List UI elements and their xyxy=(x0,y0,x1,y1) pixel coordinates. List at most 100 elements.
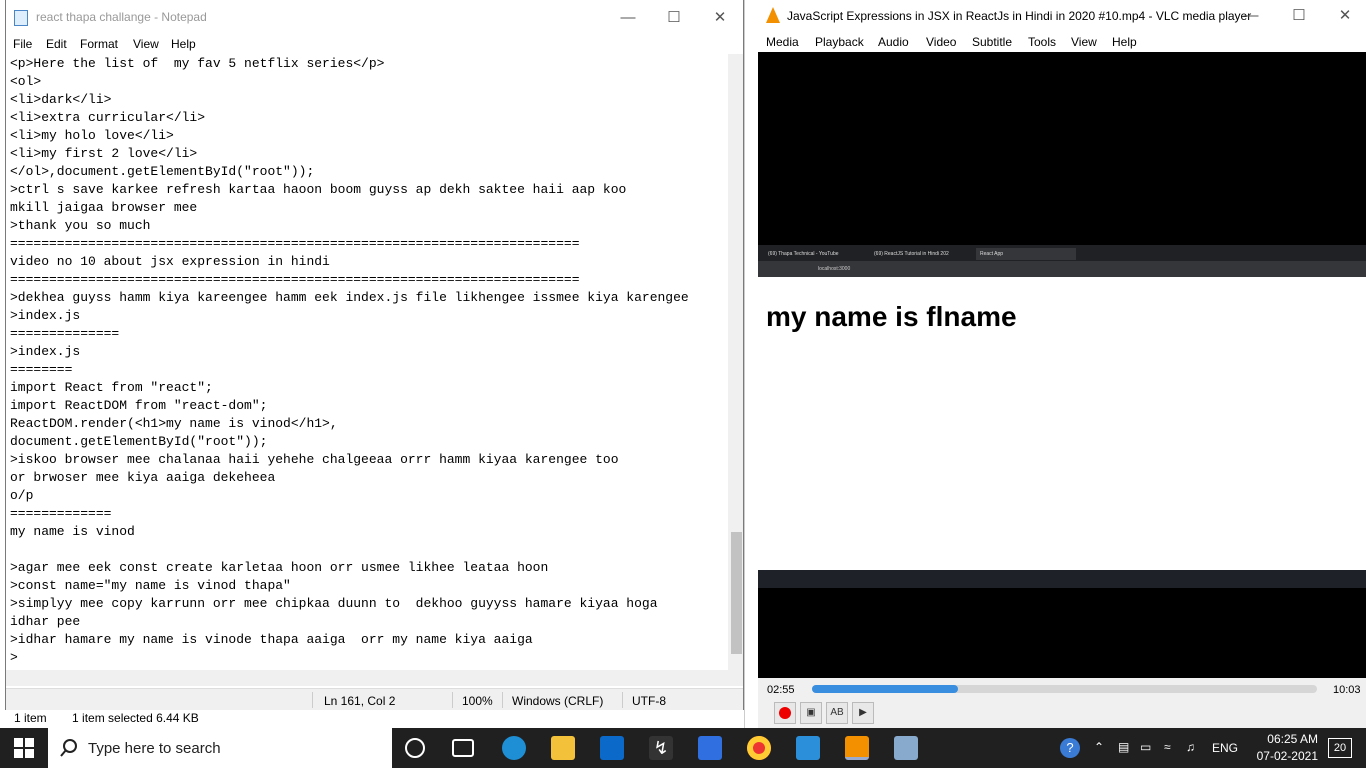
background-window-edge xyxy=(744,0,758,728)
notepad-title: react thapa challange - Notepad xyxy=(36,10,207,24)
menu-format[interactable]: Format xyxy=(80,37,118,51)
edge-icon[interactable] xyxy=(502,736,526,760)
taskbar: Type here to search ↯ ? ⌃ ▤ ▭ ≈ ♫ ENG 06… xyxy=(0,728,1366,768)
vlc-title-bar[interactable]: JavaScript Expressions in JSX in ReactJs… xyxy=(758,0,1366,32)
line-ending: Windows (CRLF) xyxy=(512,694,604,708)
ab-loop-icon[interactable]: AB xyxy=(826,702,848,724)
app-icon[interactable]: ↯ xyxy=(649,736,673,760)
text-line: </ol>,document.getElementById("root")); xyxy=(10,164,315,179)
vlc-maximize-button[interactable]: ☐ xyxy=(1276,0,1322,32)
text-line: <li>my holo love</li> xyxy=(10,128,174,143)
text-line xyxy=(10,541,730,559)
cortana-icon[interactable] xyxy=(405,738,425,758)
text-line: >const name="my name is vinod thapa" xyxy=(10,578,291,593)
vscode-icon[interactable] xyxy=(796,736,820,760)
notepad-taskbar-icon[interactable] xyxy=(894,736,918,760)
chrome-icon[interactable] xyxy=(747,736,771,760)
menu-view[interactable]: View xyxy=(133,37,159,51)
page-heading: my name is flname xyxy=(766,301,1017,332)
maximize-button[interactable]: ☐ xyxy=(651,0,697,36)
volume-icon[interactable]: ♫ xyxy=(1186,740,1195,754)
vlc-taskbar-icon[interactable] xyxy=(845,736,869,760)
notepad-icon xyxy=(14,10,28,26)
text-line: >dekhea guyss hamm kiya kareengee hamm e… xyxy=(10,290,689,305)
text-line: >idhar hamare my name is vinode thapa aa… xyxy=(10,632,533,647)
browser-address-bar: localhost:3000 xyxy=(758,261,1366,277)
vlc-cone-icon xyxy=(766,7,780,23)
menu-help[interactable]: Help xyxy=(171,37,196,51)
text-line: >thank you so much xyxy=(10,218,151,233)
text-line: >iskoo browser mee chalanaa haii yehehe … xyxy=(10,452,619,467)
vlc-menu-view[interactable]: View xyxy=(1071,35,1097,49)
text-line: >index.js xyxy=(10,344,81,359)
vlc-menu-subtitle[interactable]: Subtitle xyxy=(972,35,1012,49)
snapshot-icon[interactable]: ▣ xyxy=(800,702,822,724)
notifications-icon[interactable]: 20 xyxy=(1328,738,1352,758)
video-area[interactable]: (69) Thapa Technical - YouTube (69) Reac… xyxy=(758,52,1366,678)
text-line: idhar pee xyxy=(10,614,81,629)
notepad-text-area[interactable]: <p>Here the list of my fav 5 netflix ser… xyxy=(10,55,730,668)
battery-icon[interactable]: ▭ xyxy=(1140,740,1151,754)
close-button[interactable]: ✕ xyxy=(697,0,743,36)
wifi-icon[interactable]: ≈ xyxy=(1164,740,1171,754)
text-line: >simplyy mee copy karrunn orr mee chipka… xyxy=(10,596,658,611)
task-view-icon[interactable] xyxy=(452,739,474,757)
text-line: >ctrl s save karkee refresh kartaa haoon… xyxy=(10,182,627,197)
text-line: import React from "react"; xyxy=(10,380,213,395)
browser-tab-strip: (69) Thapa Technical - YouTube (69) Reac… xyxy=(758,245,1366,261)
vlc-menu-bar: Media Playback Audio Video Subtitle Tool… xyxy=(758,32,1366,52)
vlc-minimize-button[interactable]: — xyxy=(1228,0,1274,32)
vlc-control-bar: ▣ AB ▶ xyxy=(758,700,1366,728)
minimize-button[interactable]: — xyxy=(605,0,651,36)
network-icon[interactable]: ▤ xyxy=(1118,740,1129,754)
text-line: >index.js xyxy=(10,308,81,323)
help-icon[interactable]: ? xyxy=(1060,738,1080,758)
browser-url: localhost:3000 xyxy=(818,266,851,272)
text-line: or brwoser mee kiya aaiga dekeheea xyxy=(10,470,276,485)
search-icon xyxy=(60,739,77,757)
text-line: >agar mee eek const create karletaa hoon… xyxy=(10,560,549,575)
text-line: o/p xyxy=(10,488,34,503)
clock-date[interactable]: 07-02-2021 xyxy=(1248,749,1318,763)
text-line: mkill jaigaa browser mee xyxy=(10,200,198,215)
text-line: video no 10 about jsx expression in hind… xyxy=(10,254,330,269)
mail-icon[interactable] xyxy=(600,736,624,760)
horizontal-scrollbar[interactable] xyxy=(6,670,743,686)
vlc-menu-help[interactable]: Help xyxy=(1112,35,1137,49)
text-line: ========================================… xyxy=(10,236,580,251)
chevron-up-icon[interactable]: ⌃ xyxy=(1094,740,1104,754)
vlc-menu-media[interactable]: Media xyxy=(766,35,799,49)
vlc-window: JavaScript Expressions in JSX in ReactJs… xyxy=(758,0,1366,728)
video-dark-band xyxy=(758,570,1366,588)
file-explorer-icon[interactable] xyxy=(551,736,575,760)
dropbox-icon[interactable] xyxy=(698,736,722,760)
notepad-status-bar: Ln 161, Col 2 100% Windows (CRLF) UTF-8 xyxy=(6,688,743,710)
vlc-menu-playback[interactable]: Playback xyxy=(815,35,864,49)
vlc-close-button[interactable]: ✕ xyxy=(1322,0,1366,32)
video-frame-browser: (69) Thapa Technical - YouTube (69) Reac… xyxy=(758,245,1366,570)
windows-start-icon[interactable] xyxy=(14,738,34,758)
vlc-menu-tools[interactable]: Tools xyxy=(1028,35,1056,49)
browser-tab-active: React App xyxy=(976,248,1076,260)
notepad-title-bar[interactable]: react thapa challange - Notepad — ☐ ✕ xyxy=(6,0,743,36)
text-line: <li>extra curricular</li> xyxy=(10,110,206,125)
text-line: document.getElementById("root")); xyxy=(10,434,268,449)
vlc-menu-video[interactable]: Video xyxy=(926,35,956,49)
text-line: <li>my first 2 love</li> xyxy=(10,146,198,161)
vlc-title: JavaScript Expressions in JSX in ReactJs… xyxy=(787,9,1252,23)
text-line: <ol> xyxy=(10,74,42,89)
text-line: ========================================… xyxy=(10,272,580,287)
record-icon[interactable] xyxy=(774,702,796,724)
menu-file[interactable]: File xyxy=(13,37,32,51)
vlc-menu-audio[interactable]: Audio xyxy=(878,35,909,49)
text-line: <p>Here the list of my fav 5 netflix ser… xyxy=(10,56,385,71)
taskbar-search-box[interactable]: Type here to search xyxy=(48,728,392,768)
menu-edit[interactable]: Edit xyxy=(46,37,67,51)
text-line: ============== xyxy=(10,326,120,341)
text-line: my name is vinod xyxy=(10,524,135,539)
clock-time[interactable]: 06:25 AM xyxy=(1248,732,1318,746)
text-line: <li>dark</li> xyxy=(10,92,112,107)
frame-step-icon[interactable]: ▶ xyxy=(852,702,874,724)
vertical-scroll-thumb[interactable] xyxy=(731,532,742,654)
language-indicator[interactable]: ENG xyxy=(1212,741,1238,755)
